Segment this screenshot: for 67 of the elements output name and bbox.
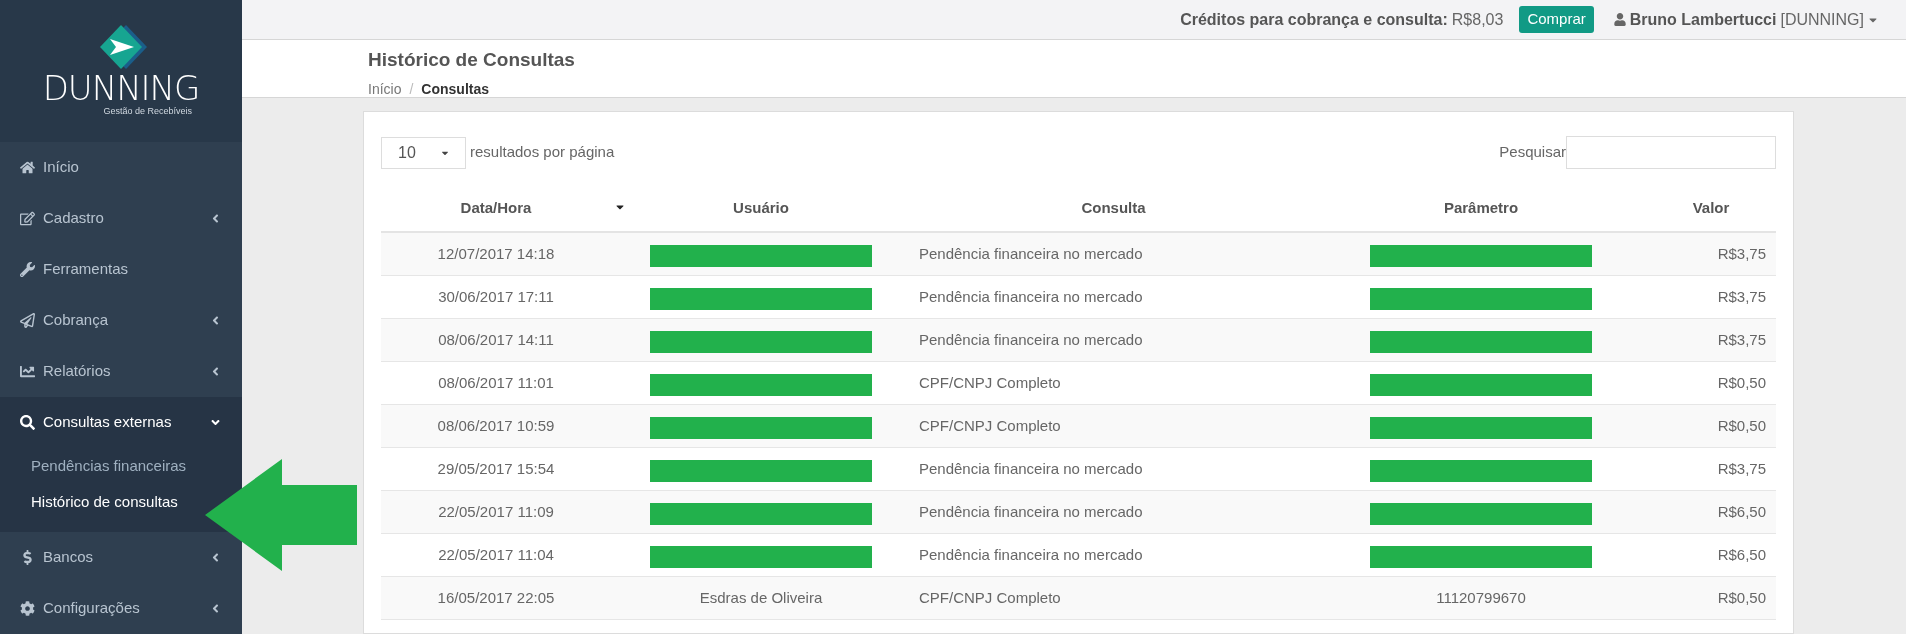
table-cell: 22/05/2017 11:09: [438, 502, 554, 520]
table-cell: 08/06/2017 11:01: [438, 373, 554, 391]
sidebar-item[interactable]: Cadastro: [0, 193, 242, 244]
table-cell: R$3,75: [1717, 330, 1766, 348]
sidebar-subitem[interactable]: Histórico de consultas: [31, 484, 178, 520]
table-cell: 30/06/2017 17:11: [438, 287, 554, 305]
table-cell: CPF/CNPJ Completo: [919, 373, 1061, 391]
breadcrumb-item: Consultas: [421, 79, 490, 99]
credits-label: Créditos para cobrança e consulta:: [1180, 9, 1448, 30]
table-cell: R$0,50: [1717, 373, 1766, 391]
table-cell: Pendência financeira no mercado: [919, 330, 1143, 348]
breadcrumb-item[interactable]: Início: [368, 78, 402, 100]
column-header[interactable]: Parâmetro: [1443, 198, 1519, 216]
table-cell: CPF/CNPJ Completo: [919, 416, 1061, 434]
page-size-select[interactable]: 10: [381, 136, 466, 169]
sidebar-item[interactable]: Consultas externas: [0, 397, 242, 448]
table-cell: 16/05/2017 22:05: [437, 588, 555, 606]
table-cell: R$0,50: [1717, 588, 1766, 606]
user-org: [DUNNING]: [1780, 9, 1864, 30]
logo-tagline: Gestão de Recebíveis: [103, 105, 192, 119]
logo-wordmark: DUNNING: [42, 71, 200, 106]
user-name[interactable]: Bruno Lambertucci: [1629, 7, 1777, 32]
column-header[interactable]: Data/Hora: [460, 198, 532, 216]
user-icon: [1613, 13, 1626, 26]
wrench-icon: [20, 262, 35, 277]
settings-icon: [20, 601, 35, 616]
credits-value: R$8,03: [1451, 9, 1504, 30]
table-cell: Pendência financeira no mercado: [919, 459, 1143, 477]
search-icon: [20, 415, 35, 430]
table-cell: R$3,75: [1717, 244, 1766, 262]
buy-button[interactable]: Comprar: [1519, 6, 1594, 33]
sidebar-item[interactable]: Cobrança: [0, 295, 242, 346]
column-header[interactable]: Consulta: [1081, 198, 1146, 216]
sidebar-item[interactable]: Configurações: [0, 583, 242, 634]
edit-icon: [20, 211, 35, 226]
sidebar-item[interactable]: Ferramentas: [0, 244, 242, 295]
table-cell: CPF/CNPJ Completo: [919, 588, 1061, 606]
table-cell: Pendência financeira no mercado: [919, 545, 1143, 563]
home-icon: [20, 160, 35, 175]
table-cell: 08/06/2017 10:59: [437, 416, 555, 434]
column-header[interactable]: Valor: [1692, 198, 1730, 216]
search-field[interactable]: [1566, 136, 1776, 169]
sidebar-item[interactable]: Início: [0, 142, 242, 193]
table-cell: Pendência financeira no mercado: [919, 244, 1143, 262]
table-cell: 22/05/2017 11:04: [438, 545, 554, 563]
line-chart-icon: [20, 364, 35, 379]
page-title: Histórico de Consultas: [368, 48, 576, 72]
table-cell: Pendência financeira no mercado: [919, 287, 1143, 305]
paper-plane-icon: [20, 313, 35, 328]
table-cell: R$6,50: [1717, 545, 1766, 563]
table-cell: 29/05/2017 15:54: [437, 459, 555, 477]
table-cell: 08/06/2017 14:11: [438, 330, 554, 348]
breadcrumb-separator: /: [409, 79, 414, 99]
search-label: Pesquisar: [1499, 142, 1566, 163]
page-size-label: resultados por página: [470, 142, 615, 163]
table-cell: R$3,75: [1717, 459, 1766, 477]
table-cell: Pendência financeira no mercado: [919, 502, 1143, 520]
table-cell: 12/07/2017 14:18: [437, 244, 555, 262]
sidebar-subitem[interactable]: Pendências financeiras: [31, 448, 187, 484]
table-cell: 11120799670: [1436, 588, 1526, 606]
table-cell: R$6,50: [1717, 502, 1766, 520]
table-cell: R$3,75: [1717, 287, 1766, 305]
sidebar-item[interactable]: Bancos: [0, 532, 242, 583]
column-header[interactable]: Usuário: [733, 198, 789, 216]
table-cell: R$0,50: [1717, 416, 1766, 434]
sidebar-item[interactable]: Relatórios: [0, 346, 242, 397]
table-cell: Esdras de Oliveira: [699, 588, 823, 606]
